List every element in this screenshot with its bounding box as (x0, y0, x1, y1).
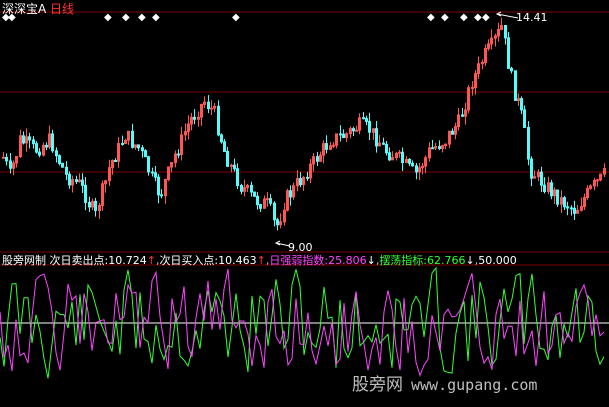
buy-point-value: 10.463 (218, 254, 257, 267)
watermark-url: www.gupang.com (411, 376, 538, 394)
candlestick-series (2, 17, 606, 231)
high-price-annotation: 14.41 (495, 11, 548, 24)
svg-text:◆: ◆ (427, 12, 435, 23)
watermark: 股旁网 www.gupang.com (352, 370, 537, 395)
swing-indicator-arrow: ↓ (465, 254, 475, 267)
chart-grid (0, 11, 609, 266)
sell-point-label: 次日卖出点: (49, 254, 109, 267)
indicator-panel (0, 266, 609, 379)
stock-name: 深深宝A (2, 2, 47, 16)
level-value: 50.000 (478, 254, 517, 267)
indicator-name: 股旁网制 (2, 254, 46, 267)
strength-index-value: 25.806 (328, 254, 367, 267)
svg-text:◆: ◆ (122, 12, 130, 23)
swing-indicator-label: 摆荡指标: (379, 254, 428, 267)
high-price-label: 14.41 (516, 11, 548, 24)
strength-index-label: 日强弱指数: (269, 254, 329, 267)
svg-text:◆: ◆ (460, 12, 468, 23)
svg-text:◆: ◆ (441, 12, 449, 23)
sell-point-value: 10.724 (108, 254, 147, 267)
svg-text:◆: ◆ (482, 12, 490, 23)
svg-text:◆: ◆ (232, 12, 240, 23)
buy-point-label: 次日买入点: (159, 254, 219, 267)
buy-point-arrow: ↑ (256, 254, 266, 267)
chart-period: 日线 (50, 2, 75, 16)
strength-index-arrow: ↓ (366, 254, 376, 267)
signal-markers: ◆◆ ◆ ◆ ◆ ◆ ◆ ◆ ◆ ◆ ◆ ◆ (2, 12, 490, 23)
indicator-header: 股旁网制 次日卖出点:10.724↑,次日买入点:10.463↑,日强弱指数:2… (2, 254, 517, 267)
svg-text:◆: ◆ (474, 12, 482, 23)
main-chart-header: 深深宝A 日线 (2, 0, 74, 17)
sell-point-arrow: ↑ (146, 254, 156, 267)
svg-text:◆: ◆ (152, 12, 160, 23)
kline-chart[interactable]: ◆◆ ◆ ◆ ◆ ◆ ◆ ◆ ◆ ◆ ◆ ◆ 14.41 9.00 (0, 0, 609, 407)
swing-indicator-value: 62.766 (427, 254, 466, 267)
svg-text:◆: ◆ (138, 12, 146, 23)
watermark-brand: 股旁网 (352, 375, 403, 395)
svg-text:◆: ◆ (104, 12, 112, 23)
